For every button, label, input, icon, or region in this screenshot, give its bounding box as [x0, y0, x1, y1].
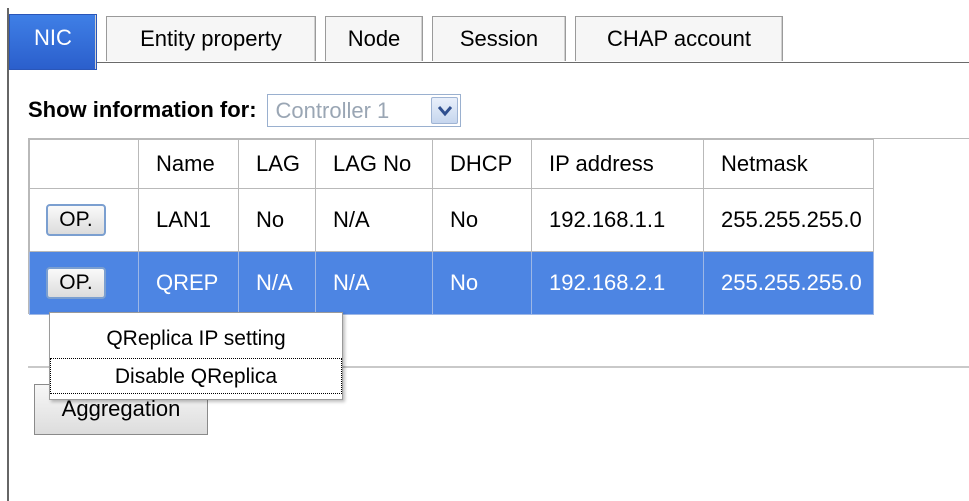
controller-select[interactable]: Controller 1: [266, 93, 461, 127]
nic-table: Name LAG LAG No DHCP IP address Netmask …: [29, 139, 874, 315]
lag-cell: N/A: [238, 251, 316, 315]
controller-select-value: Controller 1: [275, 97, 390, 123]
menu-item-disable-qreplica[interactable]: Disable QReplica: [50, 358, 342, 394]
table-row[interactable]: OP. LAN1 No N/A No 192.168.1.1 255.255.2…: [29, 188, 874, 252]
dhcp-cell: No: [432, 188, 532, 252]
chevron-down-icon: [437, 105, 452, 116]
column-header-lag: LAG: [238, 139, 316, 189]
name-cell: LAN1: [138, 188, 239, 252]
op-button[interactable]: OP.: [46, 267, 106, 299]
tab-bar: NIC Entity property Node Session CHAP ac…: [9, 8, 969, 70]
ip-address-cell: 192.168.1.1: [531, 188, 704, 252]
column-header-dhcp: DHCP: [432, 139, 532, 189]
ip-address-cell: 192.168.2.1: [531, 251, 704, 315]
column-header-name: Name: [138, 139, 239, 189]
op-button[interactable]: OP.: [46, 204, 106, 236]
netmask-cell: 255.255.255.0: [703, 188, 874, 252]
op-context-menu: QReplica IP setting Disable QReplica: [49, 312, 343, 400]
dropdown-button[interactable]: [430, 96, 458, 124]
nic-table-container: Name LAG LAG No DHCP IP address Netmask …: [28, 138, 969, 315]
dhcp-cell: No: [432, 251, 532, 315]
table-header-row: Name LAG LAG No DHCP IP address Netmask: [29, 139, 874, 189]
show-information-label: Show information for:: [28, 97, 257, 122]
column-header-lag-no: LAG No: [315, 139, 433, 189]
menu-item-qreplica-ip-setting[interactable]: QReplica IP setting: [50, 321, 342, 357]
lag-no-cell: N/A: [315, 251, 433, 315]
op-cell: OP.: [29, 188, 139, 252]
tab-nic[interactable]: NIC: [9, 14, 97, 70]
tab-entity-property[interactable]: Entity property: [106, 16, 316, 61]
lag-no-cell: N/A: [315, 188, 433, 252]
tab-node[interactable]: Node: [325, 16, 423, 61]
tab-session[interactable]: Session: [432, 16, 566, 61]
column-header-ip-address: IP address: [531, 139, 704, 189]
show-information-row: Show information for: Controller 1: [28, 93, 461, 127]
name-cell: QREP: [138, 251, 239, 315]
column-header-op: [29, 139, 139, 189]
lag-cell: No: [238, 188, 316, 252]
column-header-netmask: Netmask: [703, 139, 874, 189]
panel-left-border: [7, 8, 9, 501]
tab-chap-account[interactable]: CHAP account: [575, 16, 783, 61]
netmask-cell: 255.255.255.0: [703, 251, 874, 315]
table-row[interactable]: OP. QREP N/A N/A No 192.168.2.1 255.255.…: [29, 251, 874, 315]
op-cell: OP.: [29, 251, 139, 315]
nic-panel: NIC Entity property Node Session CHAP ac…: [0, 0, 969, 501]
